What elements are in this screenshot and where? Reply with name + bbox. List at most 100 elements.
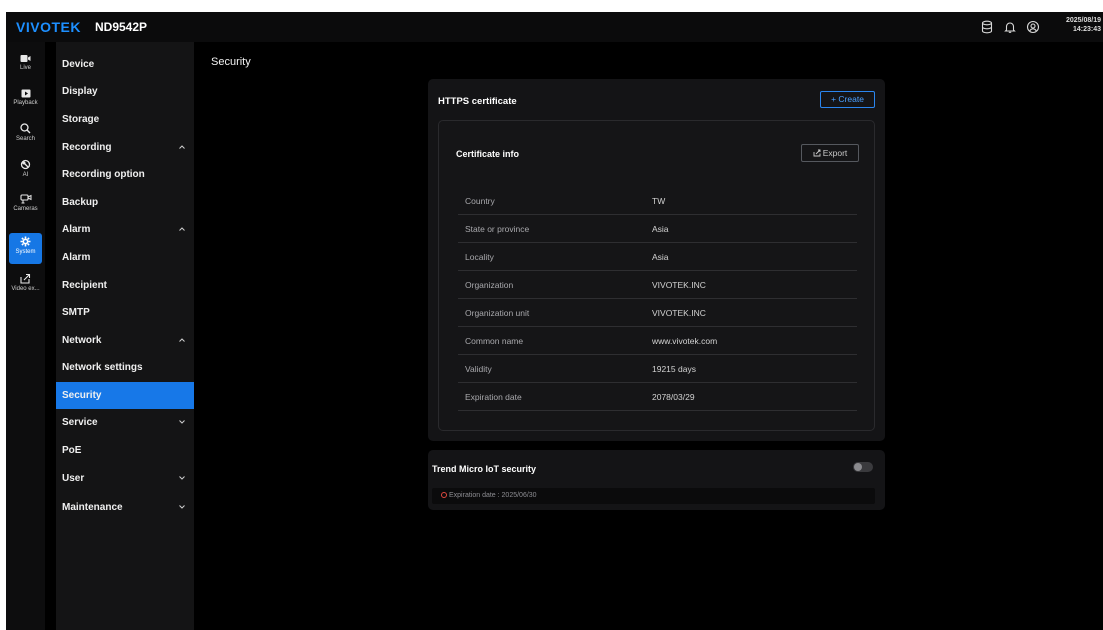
rail-label-live: Live (19, 65, 31, 71)
user-circle-icon[interactable] (1026, 20, 1040, 34)
brand-logo: VIVOTEK (16, 19, 81, 35)
cert-value: Asia (652, 224, 669, 234)
menu-item-recording[interactable]: Recording (56, 134, 194, 161)
cert-row-common-name: Common name www.vivotek.com (458, 327, 857, 355)
rail-item-playback[interactable]: Playback (6, 89, 45, 106)
menu-label: Alarm (62, 252, 91, 263)
export-label: Export (822, 148, 848, 158)
menu-label: PoE (62, 445, 82, 456)
menu-item-security[interactable]: Security (56, 382, 194, 409)
menu-label: SMTP (62, 307, 90, 318)
menu-item-service[interactable]: Service (56, 409, 194, 436)
search-icon (20, 123, 31, 134)
cert-row-locality: Locality Asia (458, 243, 857, 271)
rail-item-live[interactable]: Live (6, 54, 45, 71)
rail-item-search[interactable]: Search (6, 123, 45, 142)
rail-label-system: System (15, 249, 36, 255)
menu-item-poe[interactable]: PoE (56, 437, 194, 464)
menu-label: Security (62, 390, 102, 401)
rail-label-cameras: Cameras (13, 206, 38, 212)
bell-icon[interactable] (1003, 20, 1017, 34)
camera-icon (20, 55, 31, 62)
cert-value: Asia (652, 252, 669, 262)
menu-item-user[interactable]: User (56, 465, 194, 492)
menu-item-alarm[interactable]: Alarm (56, 244, 194, 271)
gear-icon (20, 236, 31, 247)
cert-value: TW (652, 196, 666, 206)
rail-label-video-export: Video ex... (11, 286, 40, 292)
menu-item-recipient[interactable]: Recipient (56, 272, 194, 299)
cert-key: Common name (465, 336, 524, 346)
menu-label: Network (62, 335, 102, 346)
export-button[interactable]: Export (801, 144, 859, 162)
cert-key: Expiration date (465, 392, 522, 402)
chevron-up-icon (179, 227, 185, 231)
export-icon (20, 273, 31, 284)
device-model: ND9542P (95, 20, 148, 34)
menu-item-network[interactable]: Network (56, 327, 194, 354)
cert-key: Organization unit (465, 308, 530, 318)
menu-item-backup[interactable]: Backup (56, 189, 194, 216)
rail-label-ai: AI (22, 172, 29, 178)
cert-row-expiration-date: Expiration date 2078/03/29 (458, 383, 857, 411)
menu-label: Recipient (62, 280, 108, 291)
cameras-icon (19, 194, 31, 204)
menu-item-storage[interactable]: Storage (56, 106, 194, 133)
menu-label: Recording option (62, 169, 145, 180)
icon-rail: Live Playback Search AI Cameras System V… (6, 42, 45, 630)
menu-item-maintenance[interactable]: Maintenance (56, 494, 194, 521)
menu-label: Network settings (62, 362, 143, 373)
create-button[interactable]: + Create (820, 91, 875, 108)
trend-micro-toggle[interactable] (853, 462, 873, 472)
database-icon[interactable] (980, 20, 994, 34)
chevron-up-icon (179, 338, 185, 342)
trend-expiration-label: Expiration date : 2025/06/30 (449, 492, 537, 499)
cert-key: Validity (465, 364, 492, 374)
menu-label: Storage (62, 114, 100, 125)
rail-item-cameras[interactable]: Cameras (6, 194, 45, 212)
time-text: 14:23:43 (1072, 26, 1101, 33)
menu-label: Maintenance (62, 502, 123, 513)
rail-item-video-export[interactable]: Video ex... (6, 273, 45, 292)
top-bar: VIVOTEK ND9542P 2025/08/19 14:23:43 (6, 12, 1103, 42)
chevron-down-icon (179, 505, 185, 509)
menu-label: User (62, 473, 85, 484)
menu-item-smtp[interactable]: SMTP (56, 299, 194, 326)
trend-expiration-text: Expiration date : 2025/06/30 (441, 492, 537, 499)
rail-label-search: Search (15, 136, 35, 142)
chevron-down-icon (179, 420, 185, 424)
page-title: Security (211, 56, 251, 68)
settings-menu: Device Display Storage Recording Recordi… (56, 42, 194, 630)
menu-label: Display (62, 86, 98, 97)
cert-row-validity: Validity 19215 days (458, 355, 857, 383)
cert-key: Country (465, 196, 495, 206)
menu-item-display[interactable]: Display (56, 78, 194, 105)
menu-item-recording-option[interactable]: Recording option (56, 161, 194, 188)
trend-micro-title: Trend Micro IoT security (432, 464, 537, 474)
rail-item-ai[interactable]: AI (6, 159, 45, 178)
ai-icon (20, 159, 31, 170)
menu-item-alarm-group[interactable]: Alarm (56, 216, 194, 243)
menu-label: Recording (62, 142, 112, 153)
chevron-up-icon (179, 145, 185, 149)
menu-label: Device (62, 59, 95, 70)
rail-item-system[interactable]: System (9, 233, 42, 264)
cert-value: 2078/03/29 (652, 392, 695, 402)
play-icon (21, 89, 30, 98)
warning-icon (441, 492, 447, 498)
https-certificate-title: HTTPS certificate (438, 96, 517, 107)
cert-key: Organization (465, 280, 514, 290)
app-window: VIVOTEK ND9542P 2025/08/19 14:23:43 Live… (6, 12, 1103, 630)
cert-row-organization-unit: Organization unit VIVOTEK.INC (458, 299, 857, 327)
chevron-down-icon (179, 476, 185, 480)
cert-value: www.vivotek.com (652, 336, 718, 346)
menu-item-device[interactable]: Device (56, 51, 194, 78)
cert-row-state: State or province Asia (458, 215, 857, 243)
cert-key: Locality (465, 252, 494, 262)
menu-item-network-settings[interactable]: Network settings (56, 354, 194, 381)
datetime: 2025/08/19 14:23:43 (1066, 16, 1101, 34)
toggle-knob (854, 463, 862, 471)
cert-row-country: Country TW (458, 187, 857, 215)
trend-expiration-bar: Expiration date : 2025/06/30 (432, 488, 875, 504)
cert-row-organization: Organization VIVOTEK.INC (458, 271, 857, 299)
